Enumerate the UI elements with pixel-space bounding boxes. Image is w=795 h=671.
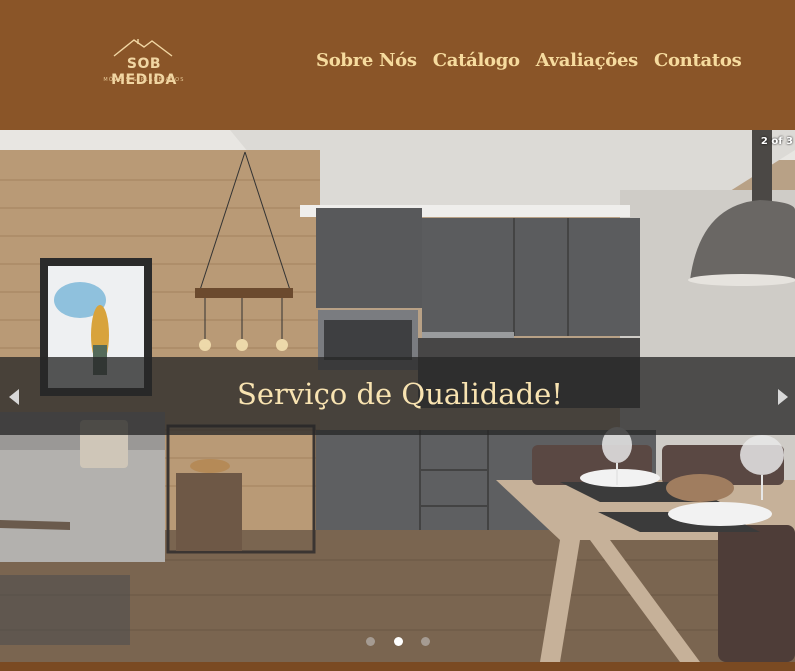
- slide-dot-3[interactable]: [421, 636, 430, 646]
- slide-caption: Serviço de Qualidade!: [237, 377, 563, 411]
- next-slide-button[interactable]: [775, 387, 791, 407]
- prev-slide-button[interactable]: [6, 387, 22, 407]
- slide-counter: 2 of 3: [760, 136, 793, 147]
- chevron-right-icon: [778, 389, 788, 405]
- nav-item-contatos[interactable]: Contatos: [654, 50, 742, 78]
- hero-slideshow: 2 of 3 Serviço de Qualidade!: [0, 130, 795, 662]
- footer-strip: [0, 662, 795, 671]
- caption-band: Serviço de Qualidade!: [0, 357, 795, 435]
- nav-item-avaliacoes[interactable]: Avaliações: [536, 50, 639, 78]
- roof-logo-icon: [113, 39, 173, 57]
- main-nav: Sobre Nós Catálogo Avaliações Contatos: [316, 50, 757, 78]
- nav-item-catalogo[interactable]: Catálogo: [433, 50, 520, 78]
- brand-tagline: MÓVEIS & PLANEJADOS: [103, 77, 185, 83]
- nav-item-sobre-nos[interactable]: Sobre Nós: [316, 50, 417, 78]
- slide-dot-1[interactable]: [366, 636, 375, 646]
- slide-dots: [366, 632, 430, 650]
- brand-logo[interactable]: SOB MEDIDA MÓVEIS & PLANEJADOS: [96, 36, 192, 88]
- slide-dot-2[interactable]: [393, 636, 403, 646]
- site-header: SOB MEDIDA MÓVEIS & PLANEJADOS Sobre Nós…: [0, 0, 795, 130]
- chevron-left-icon: [9, 389, 19, 405]
- brand-name: SOB MEDIDA: [111, 56, 177, 88]
